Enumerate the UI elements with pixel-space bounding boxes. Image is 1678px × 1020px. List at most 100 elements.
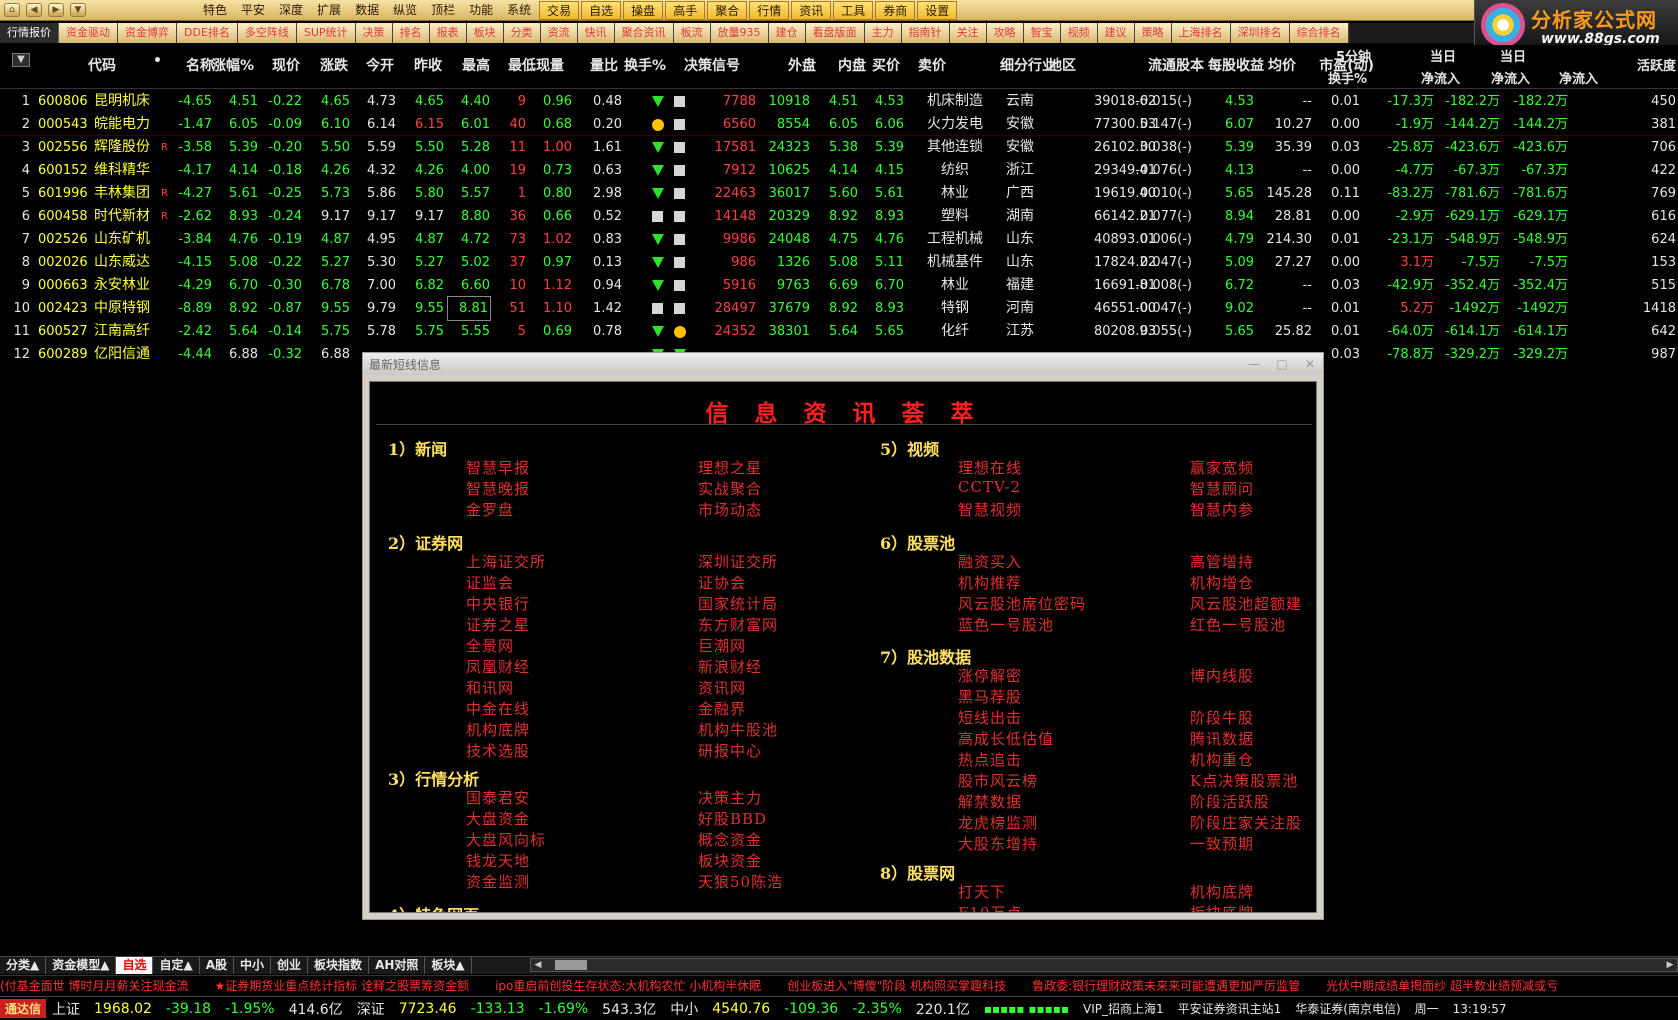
info-link[interactable]: 国家统计局 <box>698 593 778 614</box>
category-tab[interactable]: 中小 <box>234 957 272 974</box>
ticker-headline[interactable]: 光伏中期成绩单揭面纱 超半数业绩预减或亏 <box>1326 976 1584 995</box>
sub-column-header[interactable]: 净流入 <box>1534 68 1598 87</box>
column-header[interactable]: 现量 <box>528 55 564 75</box>
column-header[interactable]: 最高 <box>446 55 490 75</box>
info-link[interactable]: 深圳证交所 <box>698 551 778 572</box>
info-link[interactable]: CCTV-2 <box>958 478 1021 496</box>
function-tab[interactable]: 板流 <box>673 23 711 43</box>
trade-server[interactable]: 华泰证券(南京电信) <box>1295 1000 1400 1017</box>
info-link[interactable]: 智慧早报 <box>466 457 530 478</box>
menu-item[interactable]: 券商 <box>875 0 916 20</box>
table-row[interactable]: 8 002026 山东威达 -4.15 5.08 -0.22 5.27 5.30 5.27 5.0… <box>0 251 1678 274</box>
table-row[interactable]: 6 600458 时代新材 R -2.62 8.93 -0.24 9.17 9.17 9.17 8.… <box>0 205 1678 228</box>
function-tab[interactable]: 上海排名 <box>1171 23 1231 43</box>
horizontal-scrollbar[interactable]: ◀ ▶ <box>530 958 1678 972</box>
function-tab[interactable]: 多空阵线 <box>237 23 297 43</box>
function-tab[interactable]: 聚合资讯 <box>614 23 674 43</box>
function-tab[interactable]: 放量935 <box>710 23 769 43</box>
function-tab[interactable]: SUP统计 <box>296 23 356 43</box>
function-tab[interactable]: 智宝 <box>1023 23 1061 43</box>
info-link[interactable]: 智慧顾问 <box>1190 478 1254 499</box>
category-tab[interactable]: 自选 <box>116 957 154 974</box>
table-row[interactable]: 5 601996 丰林集团 R -4.27 5.61 -0.25 5.73 5.86 5.80 5.… <box>0 182 1678 205</box>
info-link[interactable]: 阶段牛股 <box>1190 707 1254 728</box>
ticker-headline[interactable]: ★证券期货业重点统计指标 诠释之股票筹资金额 <box>215 976 496 995</box>
function-tab[interactable]: 指南针 <box>901 23 950 43</box>
info-link[interactable]: 全景网 <box>466 635 514 656</box>
category-tab[interactable]: 创业 <box>271 957 309 974</box>
info-link[interactable]: 技术选股 <box>466 740 530 761</box>
menu-item[interactable]: 深度 <box>272 1 310 20</box>
info-link[interactable]: 上海证交所 <box>466 551 546 572</box>
column-header[interactable]: 现价 <box>256 55 300 75</box>
menu-item[interactable]: 系统 <box>500 1 538 20</box>
function-tab[interactable]: 行情报价 <box>0 23 59 43</box>
info-link[interactable]: 打天下 <box>958 881 1006 902</box>
info-link[interactable]: 巨潮网 <box>698 635 746 656</box>
function-tab[interactable]: 攻略 <box>986 23 1024 43</box>
sub-column-header[interactable]: 活跃度 <box>1620 55 1676 74</box>
info-link[interactable]: 风云股池席位密码 <box>958 593 1086 614</box>
column-header[interactable]: 涨跌 <box>304 55 348 75</box>
function-tab[interactable]: DDE排名 <box>177 23 238 43</box>
function-tab[interactable]: 资金博弈 <box>118 23 177 43</box>
info-link[interactable]: 解禁数据 <box>958 791 1022 812</box>
info-link[interactable]: 新浪财经 <box>698 656 762 677</box>
scroll-thumb[interactable] <box>555 960 587 970</box>
info-link[interactable]: 资金监测 <box>466 871 530 892</box>
info-link[interactable]: 和讯网 <box>466 677 514 698</box>
info-link[interactable]: 东方财富网 <box>698 614 778 635</box>
column-header[interactable]: 卖价 <box>902 55 946 75</box>
forward-icon[interactable]: ▶ <box>48 3 64 17</box>
scroll-left-icon[interactable]: ◀ <box>531 959 545 971</box>
info-link[interactable]: 中金在线 <box>466 698 530 719</box>
table-row[interactable]: 9 000663 永安林业 -4.29 6.70 -0.30 6.78 7.00 6.82 6.6… <box>0 274 1678 297</box>
info-link[interactable]: 风云股池超额建 <box>1190 593 1302 614</box>
info-link[interactable]: 智慧视频 <box>958 499 1022 520</box>
info-link[interactable]: 融资买入 <box>958 551 1022 572</box>
info-link[interactable]: 红色一号股池 <box>1190 614 1286 635</box>
info-link[interactable]: 高成长低估值 <box>958 728 1054 749</box>
column-header[interactable]: 昨收 <box>398 55 442 75</box>
info-link[interactable]: 凤凰财经 <box>466 656 530 677</box>
column-header[interactable]: 今开 <box>350 55 394 75</box>
info-link[interactable]: 赢家宽频 <box>1190 457 1254 478</box>
dialog-titlebar[interactable]: 最新短线信息 — □ ✕ <box>363 353 1323 375</box>
table-row[interactable]: 3 002556 辉隆股份 R -3.58 5.39 -0.20 5.50 5.59 5.50 5.… <box>0 136 1678 159</box>
menu-item[interactable]: 聚合 <box>707 0 748 20</box>
info-link[interactable]: 机构底牌 <box>1190 881 1254 902</box>
menu-item[interactable]: 平安 <box>234 1 272 20</box>
function-tab[interactable]: 深圳排名 <box>1230 23 1290 43</box>
info-link[interactable]: 龙虎榜监测 <box>958 812 1038 833</box>
dropdown-icon[interactable]: ▼ <box>70 3 86 17</box>
info-link[interactable]: 中央银行 <box>466 593 530 614</box>
info-link[interactable]: 机构推荐 <box>958 572 1022 593</box>
menu-item[interactable]: 操盘 <box>623 0 664 20</box>
menu-item[interactable]: 数据 <box>348 1 386 20</box>
info-link[interactable]: 机构牛股池 <box>698 719 778 740</box>
home-icon[interactable]: ⌂ <box>4 3 20 17</box>
menu-item[interactable]: 资讯 <box>791 0 832 20</box>
column-header[interactable]: 买价 <box>856 55 900 75</box>
table-row[interactable]: 11 600527 江南高纤 -2.42 5.64 -0.14 5.75 5.78 5.75 5.… <box>0 320 1678 343</box>
info-link[interactable]: 决策主力 <box>698 787 762 808</box>
column-header[interactable]: 均价 <box>1250 55 1296 75</box>
category-tab[interactable]: 资金模型▲ <box>46 957 117 974</box>
info-link[interactable]: 智慧内参 <box>1190 499 1254 520</box>
close-icon[interactable]: ✕ <box>1297 356 1323 372</box>
category-tab[interactable]: AH对照 <box>369 957 426 974</box>
category-tab[interactable]: 自定▲ <box>153 957 200 974</box>
info-link[interactable]: 一致预期 <box>1190 833 1254 854</box>
info-link[interactable]: 短线出击 <box>958 707 1022 728</box>
maximize-icon[interactable]: □ <box>1269 356 1295 372</box>
function-tab[interactable]: 视频 <box>1060 23 1098 43</box>
function-tab[interactable]: 分类 <box>503 23 541 43</box>
info-link[interactable]: 金罗盘 <box>466 499 514 520</box>
function-tab[interactable]: 报表 <box>429 23 467 43</box>
function-tab[interactable]: 快讯 <box>577 23 615 43</box>
function-tab[interactable]: 板块 <box>466 23 504 43</box>
info-link[interactable]: 天狼50陈浩 <box>698 871 783 892</box>
menu-item[interactable]: 扩展 <box>310 1 348 20</box>
info-link[interactable]: 阶段庄家关注股 <box>1190 812 1302 833</box>
function-tab[interactable]: 关注 <box>949 23 987 43</box>
